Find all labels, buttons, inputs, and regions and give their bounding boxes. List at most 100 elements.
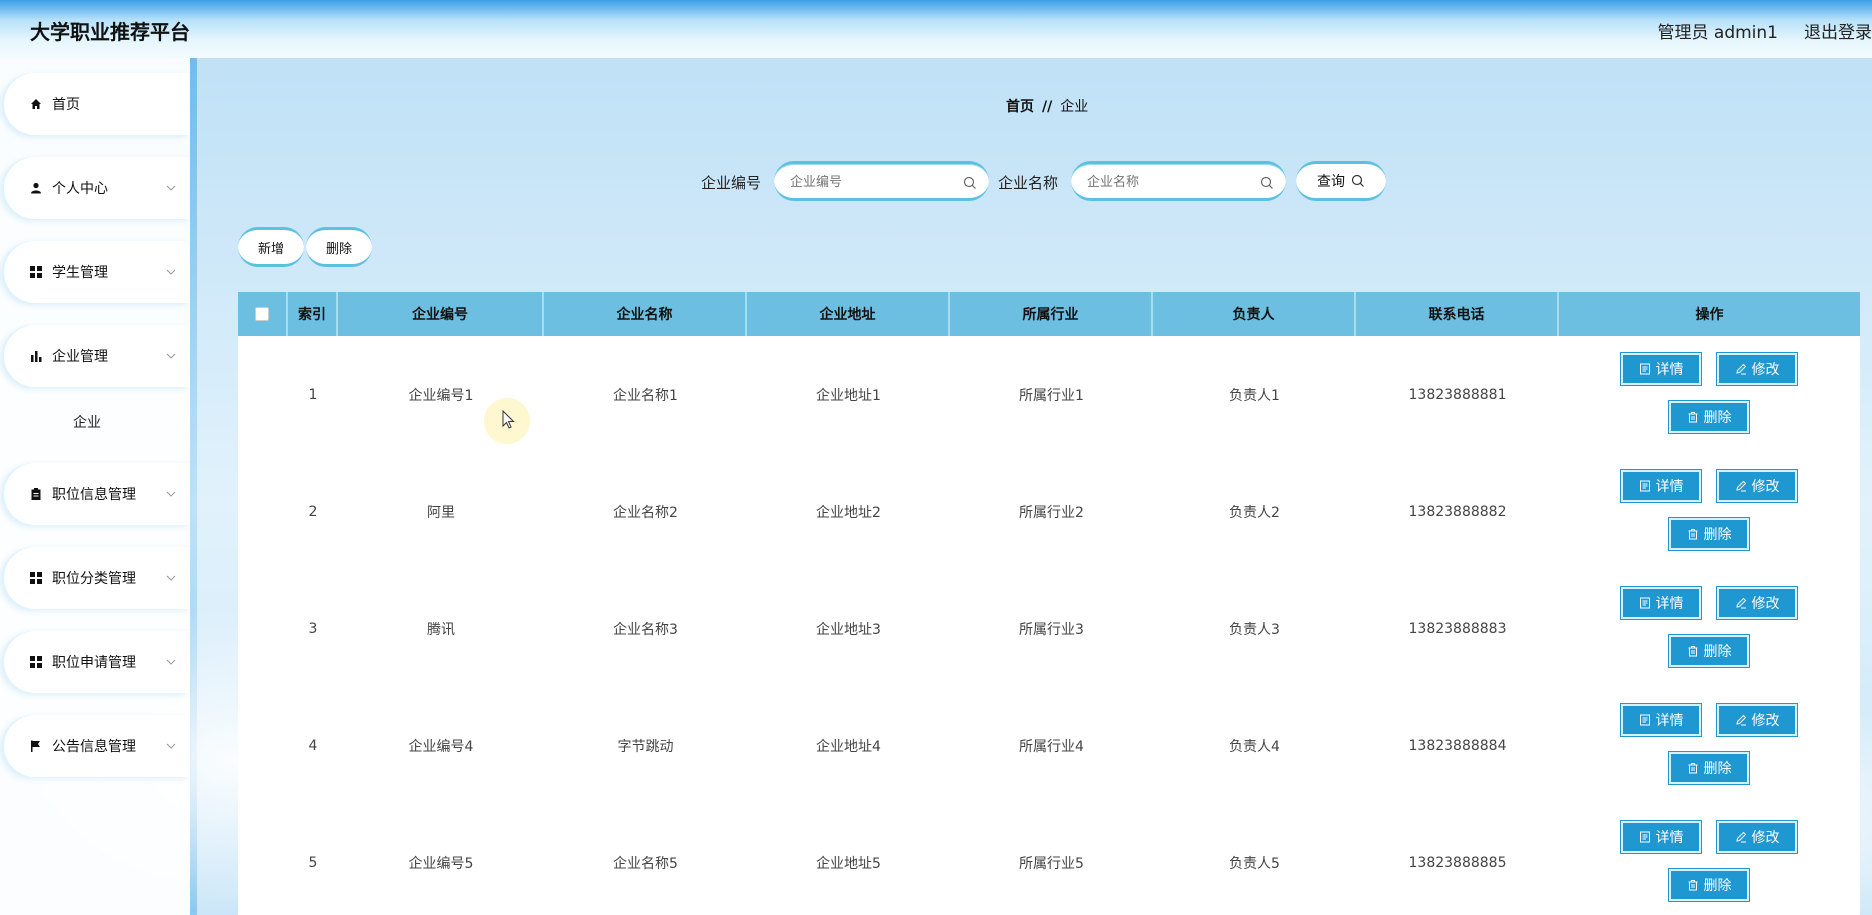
user-icon [30, 182, 42, 194]
sidebar-item-label: 首页 [52, 97, 80, 113]
column-header: 企业地址 [747, 292, 950, 336]
sidebar-subitem-company[interactable]: 企业 [73, 412, 101, 432]
cell-contact-person: 负责人2 [1229, 504, 1280, 521]
cell-company-code: 企业编号4 [408, 738, 474, 755]
cell-company-name: 企业名称1 [613, 387, 678, 404]
company-code-input[interactable] [790, 174, 940, 189]
edit-button[interactable]: 修改 [1716, 703, 1798, 737]
column-header: 联系电话 [1356, 292, 1559, 336]
company-name-input[interactable] [1087, 174, 1237, 189]
table-row: 3 腾讯 企业名称3 企业地址3 所属行业3 负责人3 13823888883 … [238, 570, 1860, 687]
sidebar-item-label: 公告信息管理 [52, 739, 136, 755]
search-icon [963, 175, 977, 189]
cell-company-address: 企业地址1 [816, 387, 881, 404]
detail-button[interactable]: 详情 [1620, 469, 1702, 503]
sidebar-item-position-category-management[interactable]: 职位分类管理 [4, 547, 190, 609]
column-header: 所属行业 [950, 292, 1153, 336]
cell-operations: 详情 修改 删除 [1559, 453, 1860, 570]
cell-operations: 详情 修改 删除 [1559, 336, 1860, 453]
chevron-down-icon [164, 349, 178, 363]
cell-company-name: 字节跳动 [617, 738, 674, 755]
cell-contact-person: 负责人1 [1229, 387, 1280, 404]
sidebar-item-company-management[interactable]: 企业管理 [4, 325, 190, 387]
cell-company-address: 企业地址4 [816, 738, 881, 755]
cell-company-address: 企业地址5 [816, 855, 881, 872]
add-button[interactable]: 新增 [238, 227, 304, 267]
cell-operations: 详情 修改 删除 [1559, 804, 1860, 915]
sidebar-item-label: 学生管理 [52, 265, 108, 281]
delete-button[interactable]: 删除 [1668, 634, 1750, 668]
cell-company-name: 企业名称3 [613, 621, 678, 638]
sidebar-item-label: 职位申请管理 [52, 655, 136, 671]
cell-operations: 详情 修改 删除 [1559, 687, 1860, 804]
cell-company-code: 企业编号5 [408, 855, 474, 872]
sidebar-item-announcement-management[interactable]: 公告信息管理 [4, 715, 190, 777]
chevron-down-icon [164, 739, 178, 753]
breadcrumb-home[interactable]: 首页 [1006, 99, 1034, 115]
edit-icon [1735, 480, 1747, 492]
sidebar-item-position-application-management[interactable]: 职位申请管理 [4, 631, 190, 693]
detail-button[interactable]: 详情 [1620, 820, 1702, 854]
company-name-label: 企业名称 [998, 174, 1059, 192]
chevron-down-icon [164, 487, 178, 501]
cell-company-code: 阿里 [427, 504, 455, 521]
company-table: 索引 企业编号 企业名称 企业地址 所属行业 负责人 联系电话 操作 1 企业编… [238, 292, 1860, 915]
delete-button[interactable]: 删除 [1668, 868, 1750, 902]
detail-icon [1639, 363, 1651, 375]
cell-phone: 13823888883 [1408, 620, 1507, 637]
cell-industry: 所属行业1 [1019, 387, 1084, 404]
search-icon [1351, 174, 1365, 188]
cell-phone: 13823888882 [1408, 503, 1507, 520]
sidebar: 首页 个人中心 学生管理 企业管理 职位信息管理 职位分类管理 职位申请管理 公… [0, 58, 190, 915]
detail-button[interactable]: 详情 [1620, 586, 1702, 620]
sidebar-item-home[interactable]: 首页 [4, 73, 190, 135]
sidebar-item-label: 个人中心 [52, 181, 108, 197]
column-header: 负责人 [1153, 292, 1356, 336]
breadcrumb-current: 企业 [1060, 99, 1089, 115]
sidebar-item-student-management[interactable]: 学生管理 [4, 241, 190, 303]
logout-link[interactable]: 退出登录 [1804, 18, 1872, 43]
cell-industry: 所属行业4 [1019, 738, 1084, 755]
edit-button[interactable]: 修改 [1716, 469, 1798, 503]
delete-button[interactable]: 删除 [1668, 400, 1750, 434]
chevron-down-icon [164, 181, 178, 195]
table-row: 5 企业编号5 企业名称5 企业地址5 所属行业5 负责人5 138238888… [238, 804, 1860, 915]
mouse-pointer-icon [502, 410, 515, 429]
cell-industry: 所属行业2 [1019, 504, 1084, 521]
delete-button[interactable]: 删除 [1668, 751, 1750, 785]
chevron-down-icon [164, 265, 178, 279]
trash-icon [1687, 762, 1699, 774]
chevron-down-icon [164, 571, 178, 585]
sidebar-item-label: 职位分类管理 [52, 571, 136, 587]
detail-icon [1639, 714, 1651, 726]
trash-icon [1687, 645, 1699, 657]
current-user: 管理员 admin1 [1657, 23, 1779, 43]
select-all-checkbox[interactable] [255, 307, 269, 321]
breadcrumb-separator: // [1042, 99, 1053, 115]
sidebar-item-position-info-management[interactable]: 职位信息管理 [4, 463, 190, 525]
cell-index: 1 [308, 386, 318, 403]
sidebar-item-personal-center[interactable]: 个人中心 [4, 157, 190, 219]
batch-delete-button[interactable]: 删除 [306, 227, 372, 267]
search-icon [1260, 175, 1274, 189]
edit-icon [1735, 714, 1747, 726]
company-name-field[interactable] [1071, 161, 1286, 201]
sidebar-item-label: 企业管理 [52, 349, 108, 365]
table-header: 索引 企业编号 企业名称 企业地址 所属行业 负责人 联系电话 操作 [238, 292, 1860, 336]
detail-button[interactable]: 详情 [1620, 352, 1702, 386]
detail-icon [1639, 597, 1651, 609]
grid-icon [30, 266, 42, 278]
delete-button[interactable]: 删除 [1668, 517, 1750, 551]
edit-button[interactable]: 修改 [1716, 352, 1798, 386]
flag-icon [30, 740, 42, 752]
grid-icon [30, 572, 42, 584]
edit-button[interactable]: 修改 [1716, 820, 1798, 854]
cell-company-name: 企业名称2 [613, 504, 678, 521]
edit-button[interactable]: 修改 [1716, 586, 1798, 620]
detail-button[interactable]: 详情 [1620, 703, 1702, 737]
cell-index: 4 [308, 737, 318, 754]
company-code-field[interactable] [774, 161, 989, 201]
cell-phone: 13823888884 [1408, 737, 1507, 754]
query-button[interactable]: 查询 [1296, 161, 1386, 201]
cell-contact-person: 负责人5 [1229, 855, 1280, 872]
